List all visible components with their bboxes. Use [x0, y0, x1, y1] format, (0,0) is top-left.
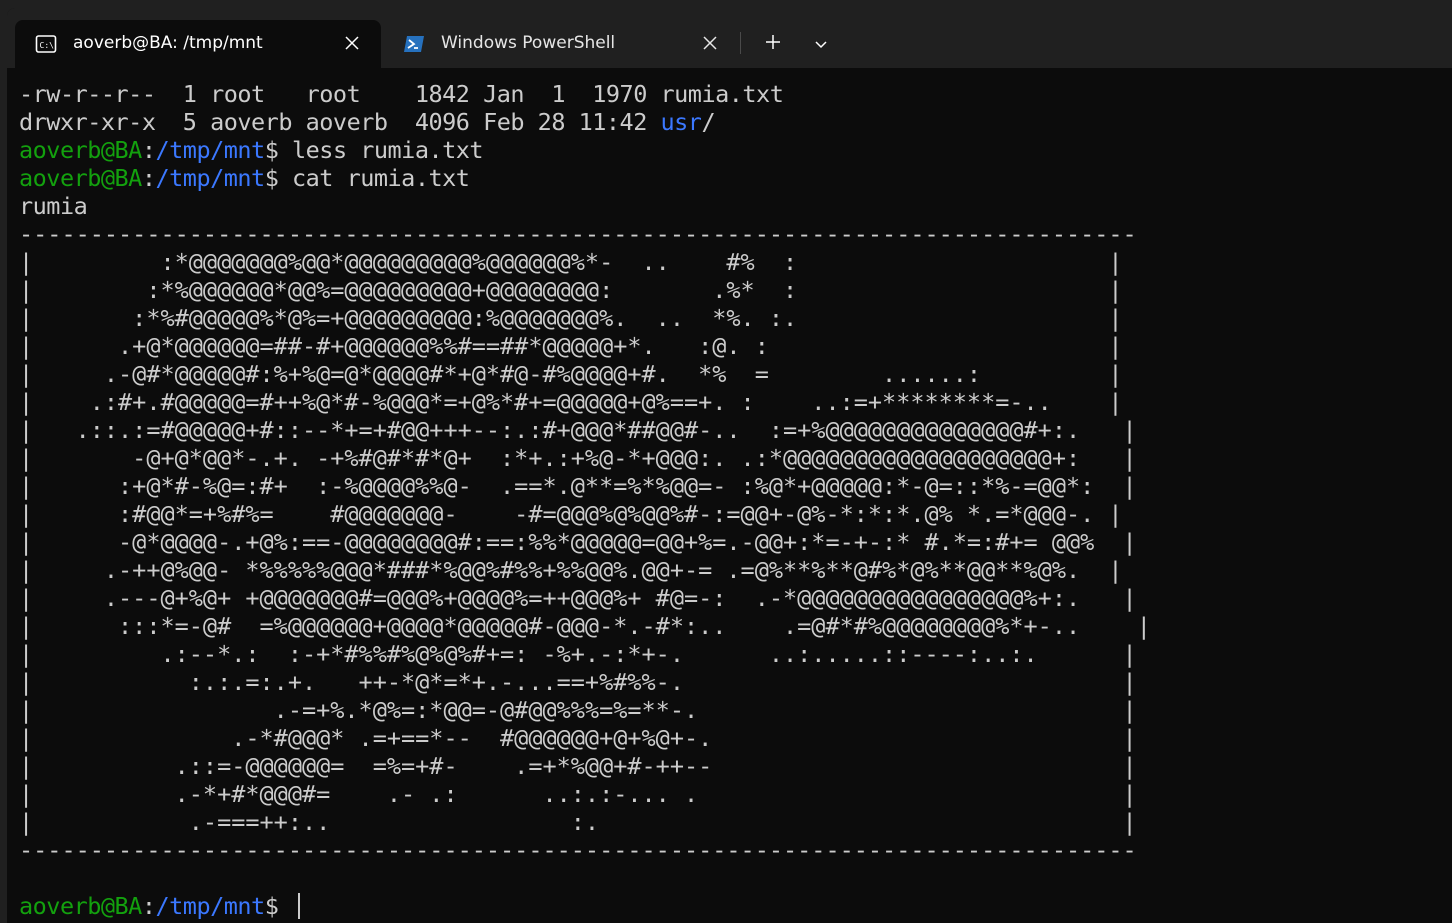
plus-icon — [765, 34, 781, 54]
tab-cmd[interactable]: C:\ aoverb@BA: /tmp/mnt — [15, 20, 381, 68]
ascii-art-line: | .---@+%@+ +@@@@@@@#=@@@%+@@@@%=++@@@%+… — [19, 584, 1137, 612]
command-text: cat rumia.txt — [292, 164, 470, 192]
directory-name: usr — [660, 108, 702, 136]
text-cursor — [298, 893, 300, 919]
terminal-window: C:\ aoverb@BA: /tmp/mnt Windows PowerShe… — [7, 8, 1452, 923]
ascii-art-line: | -@+@*@@*-.+. -+%#@#*#*@+ :*+.:+%@-*+@@… — [19, 444, 1137, 472]
ascii-art-line: | :.:.=:.+. ++-*@*=*+.-...==+%#%%-. | — [19, 668, 1137, 696]
tab-title: aoverb@BA: /tmp/mnt — [73, 33, 263, 53]
cmd-icon: C:\ — [35, 33, 57, 55]
ascii-art-line: | .+@*@@@@@@=##-#+@@@@@@%%#==##*@@@@@+*.… — [19, 332, 1123, 360]
ascii-art-line: ----------------------------------------… — [19, 836, 1137, 864]
ascii-art-line: | .:#+.#@@@@@=#++%@*#-%@@@*=+@%*#+=@@@@@… — [19, 388, 1123, 416]
ascii-art-line: | .-=+%.*@%=:*@@=-@#@@%%%=%=**-. | — [19, 696, 1137, 724]
profiles-dropdown-button[interactable] — [803, 28, 839, 60]
close-icon[interactable] — [341, 32, 363, 54]
ascii-art-line: | .::.:=#@@@@@+#::--*+=+#@@+++--:.:#+@@@… — [19, 416, 1137, 444]
ascii-art-line: | .-===++:.. :. | — [19, 808, 1137, 836]
ascii-art-line: | .-*#@@@* .=+==*-- #@@@@@@+@+%@+-. | — [19, 724, 1137, 752]
powershell-icon — [403, 33, 425, 55]
ascii-art-line: | .-*+#*@@@#= .- .: ..:.:-... . | — [19, 780, 1137, 808]
ascii-art-line: | :*%#@@@@@%*@%=+@@@@@@@@@:%@@@@@@@%. ..… — [19, 304, 1123, 332]
terminal-output[interactable]: -rw-r--r-- 1 root root 1842 Jan 1 1970 r… — [19, 80, 1452, 923]
active-prompt-line: aoverb@BA:/tmp/mnt$ — [19, 892, 1452, 920]
ascii-art-line: | .-@#*@@@@@#:%+%@=@*@@@@#*+@*#@-#%@@@@+… — [19, 360, 1123, 388]
tab-title: Windows PowerShell — [441, 33, 616, 53]
prompt-line: aoverb@BA:/tmp/mnt$ cat rumia.txt — [19, 164, 470, 192]
ascii-art-line: ----------------------------------------… — [19, 220, 1137, 248]
chevron-down-icon — [814, 35, 828, 54]
ascii-art-line: | :*%@@@@@@*@@%=@@@@@@@@@+@@@@@@@@: .%* … — [19, 276, 1123, 304]
new-tab-button[interactable] — [755, 28, 791, 60]
ascii-art-line: | .:--*.: :-+*#%%#%@%@%#+=: -%+.-:*+-. .… — [19, 640, 1137, 668]
ascii-art-line: | .-++@%@@- *%%%%%@@@*###*%@@%#%%+%%@@%.… — [19, 556, 1123, 584]
close-icon[interactable] — [699, 32, 721, 54]
command-text: less rumia.txt — [292, 136, 484, 164]
ascii-art-line: | -@*@@@@-.+@%:==-@@@@@@@@#:==:%%*@@@@@=… — [19, 528, 1137, 556]
listing-row: -rw-r--r-- 1 root root 1842 Jan 1 1970 r… — [19, 80, 784, 108]
tab-powershell[interactable]: Windows PowerShell — [383, 20, 739, 68]
ascii-art-line: | :*@@@@@@@%@@*@@@@@@@@@%@@@@@@%*- .. #%… — [19, 248, 1123, 276]
listing-row: drwxr-xr-x 5 aoverb aoverb 4096 Feb 28 1… — [19, 108, 716, 136]
prompt-line: aoverb@BA:/tmp/mnt$ less rumia.txt — [19, 136, 484, 164]
ascii-art-line: | .::=-@@@@@@= =%=+#- .=+*%@@+#-++-- | — [19, 752, 1137, 780]
tab-divider — [740, 32, 741, 54]
file-title: rumia — [19, 192, 88, 220]
ascii-art-line: | :+@*#-%@=:#+ :-%@@@@%%@- .==*.@**=%*%@… — [19, 472, 1137, 500]
ascii-art: ----------------------------------------… — [19, 220, 1452, 864]
ascii-art-line: | :#@@*=+%#%= #@@@@@@@- -#=@@@%@%@@%#-:=… — [19, 500, 1123, 528]
svg-text:C:\: C:\ — [40, 41, 55, 50]
tab-bar: C:\ aoverb@BA: /tmp/mnt Windows PowerShe… — [7, 8, 1452, 68]
ascii-art-line: | :::*=-@# =%@@@@@@+@@@@*@@@@@#-@@@-*.-#… — [19, 612, 1151, 640]
